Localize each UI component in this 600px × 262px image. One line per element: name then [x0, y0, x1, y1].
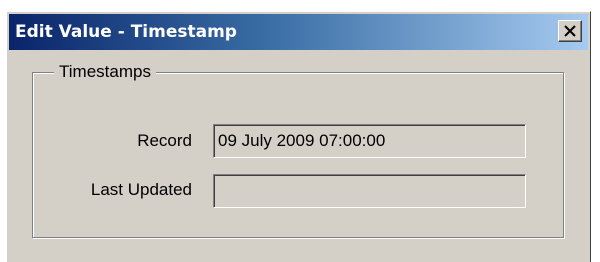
window-title: Edit Value - Timestamp	[15, 22, 237, 42]
close-button[interactable]	[558, 20, 582, 42]
record-label: Record	[137, 131, 192, 150]
title-bar[interactable]: Edit Value - Timestamp	[9, 14, 588, 50]
last-updated-label: Last Updated	[90, 180, 192, 199]
last-updated-field[interactable]	[213, 174, 526, 208]
group-label: Timestamps	[54, 61, 156, 83]
close-icon	[564, 25, 576, 37]
record-field[interactable]: 09 July 2009 07:00:00	[213, 124, 526, 158]
